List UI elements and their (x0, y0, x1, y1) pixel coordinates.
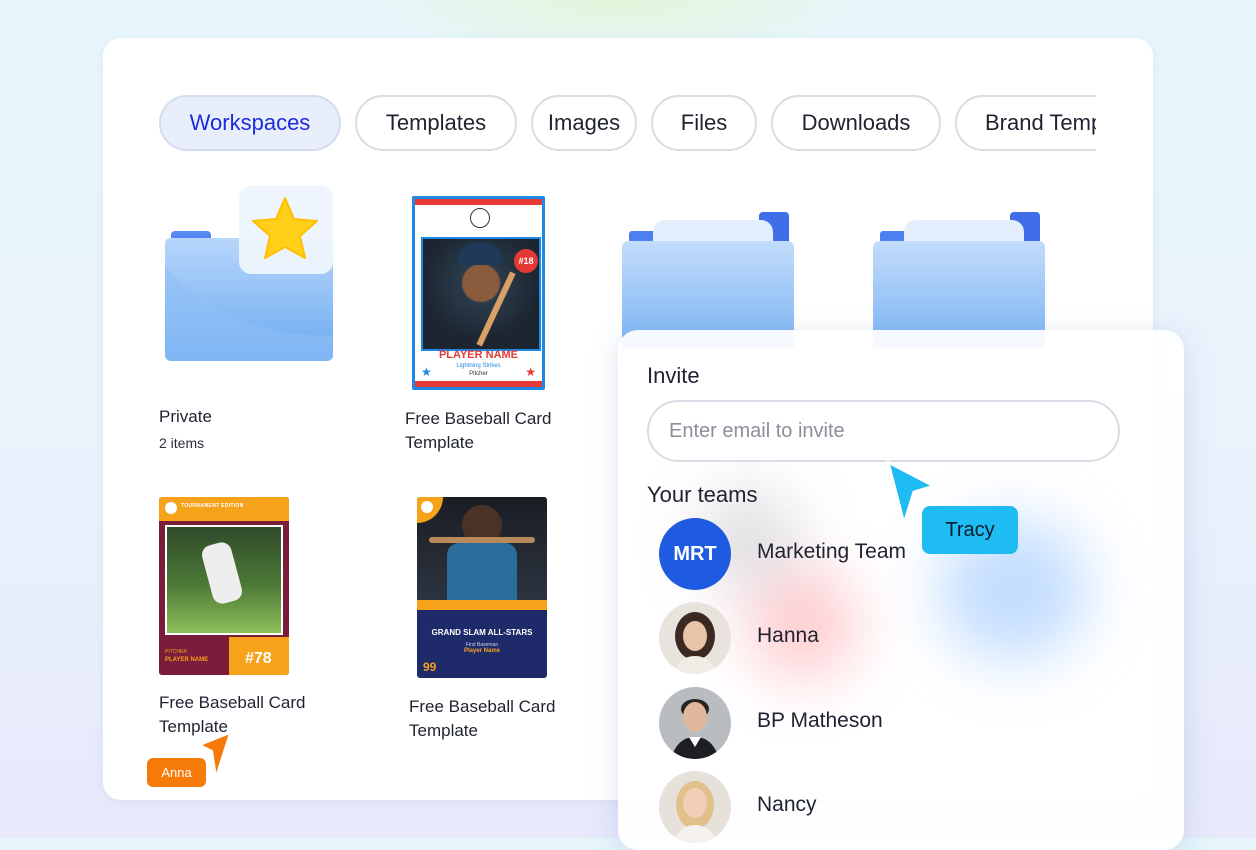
collaborator-tag-tracy: Tracy (922, 506, 1018, 554)
invite-title: Invite (647, 363, 700, 388)
card-banner: TOURNAMENT EDITION (181, 503, 244, 509)
star-icon: ★ (421, 365, 432, 379)
avatar (659, 602, 731, 674)
tab-workspaces[interactable]: Workspaces (159, 95, 341, 151)
member-name: Hanna (757, 624, 819, 647)
card-1-title: Free Baseball Card Template (405, 409, 552, 452)
tab-downloads[interactable]: Downloads (771, 95, 941, 151)
avatar: MRT (659, 518, 731, 590)
tab-brand-templates[interactable]: Brand Templates (955, 95, 1096, 151)
invite-email-input[interactable] (647, 400, 1120, 462)
card-2-title: Free Baseball Card Template (159, 693, 306, 736)
member-item-nancy[interactable]: Nancy (659, 771, 1059, 843)
tab-images[interactable]: Images (531, 95, 637, 151)
tab-templates[interactable]: Templates (355, 95, 517, 151)
your-teams-title: Your teams (647, 482, 758, 507)
tab-bar: Workspaces Templates Images Files Downlo… (159, 95, 1096, 155)
star-icon: ★ (525, 365, 536, 379)
private-folder[interactable] (163, 186, 343, 366)
card-player-name: Player Name (463, 648, 501, 654)
tab-files[interactable]: Files (651, 95, 757, 151)
avatar (659, 771, 731, 843)
star-folder-icon (165, 186, 333, 361)
folder-icon (622, 212, 794, 348)
card-headline: GRAND SLAM ALL-STARS (431, 628, 533, 637)
logo-icon (470, 208, 490, 228)
baseball-card-template-3[interactable]: GRAND SLAM ALL-STARS First Baseman Playe… (417, 497, 547, 678)
member-name: BP Matheson (757, 709, 883, 732)
baseball-card-template-2[interactable]: TOURNAMENT EDITION PITCHER PLAYER NAME #… (159, 497, 289, 675)
card-position: Pitcher (469, 371, 488, 377)
card-3-title: Free Baseball Card Template (409, 697, 556, 740)
private-folder-title: Private (159, 407, 212, 426)
folder-icon (873, 212, 1045, 348)
private-folder-count: 2 items (159, 435, 205, 451)
folder-3[interactable] (619, 208, 799, 348)
avatar (659, 687, 731, 759)
card-team-name: Lightning Strikes (456, 363, 501, 369)
card-number: 99 (423, 660, 437, 674)
card-number-badge: #18 (514, 249, 538, 273)
member-item-hanna[interactable]: Hanna (659, 602, 1059, 674)
member-name: Nancy (757, 793, 817, 816)
invite-popup: Invite Your teams MRT Marketing Team Han… (618, 330, 1184, 850)
member-name: Marketing Team (757, 540, 907, 563)
cursor-arrow-icon (199, 732, 231, 778)
logo-icon (421, 501, 433, 513)
card-player-name: PLAYER NAME (438, 349, 519, 361)
card-player-name: PLAYER NAME (165, 657, 209, 663)
folder-4[interactable] (870, 208, 1050, 348)
logo-icon (165, 502, 177, 514)
card-position: PITCHER (165, 649, 187, 655)
card-number: #78 (245, 650, 272, 667)
member-item-bp-matheson[interactable]: BP Matheson (659, 687, 1059, 759)
baseball-card-template-1[interactable]: #18 PLAYER NAME Lightning Strikes Pitche… (412, 196, 545, 390)
player-photo (165, 525, 283, 635)
